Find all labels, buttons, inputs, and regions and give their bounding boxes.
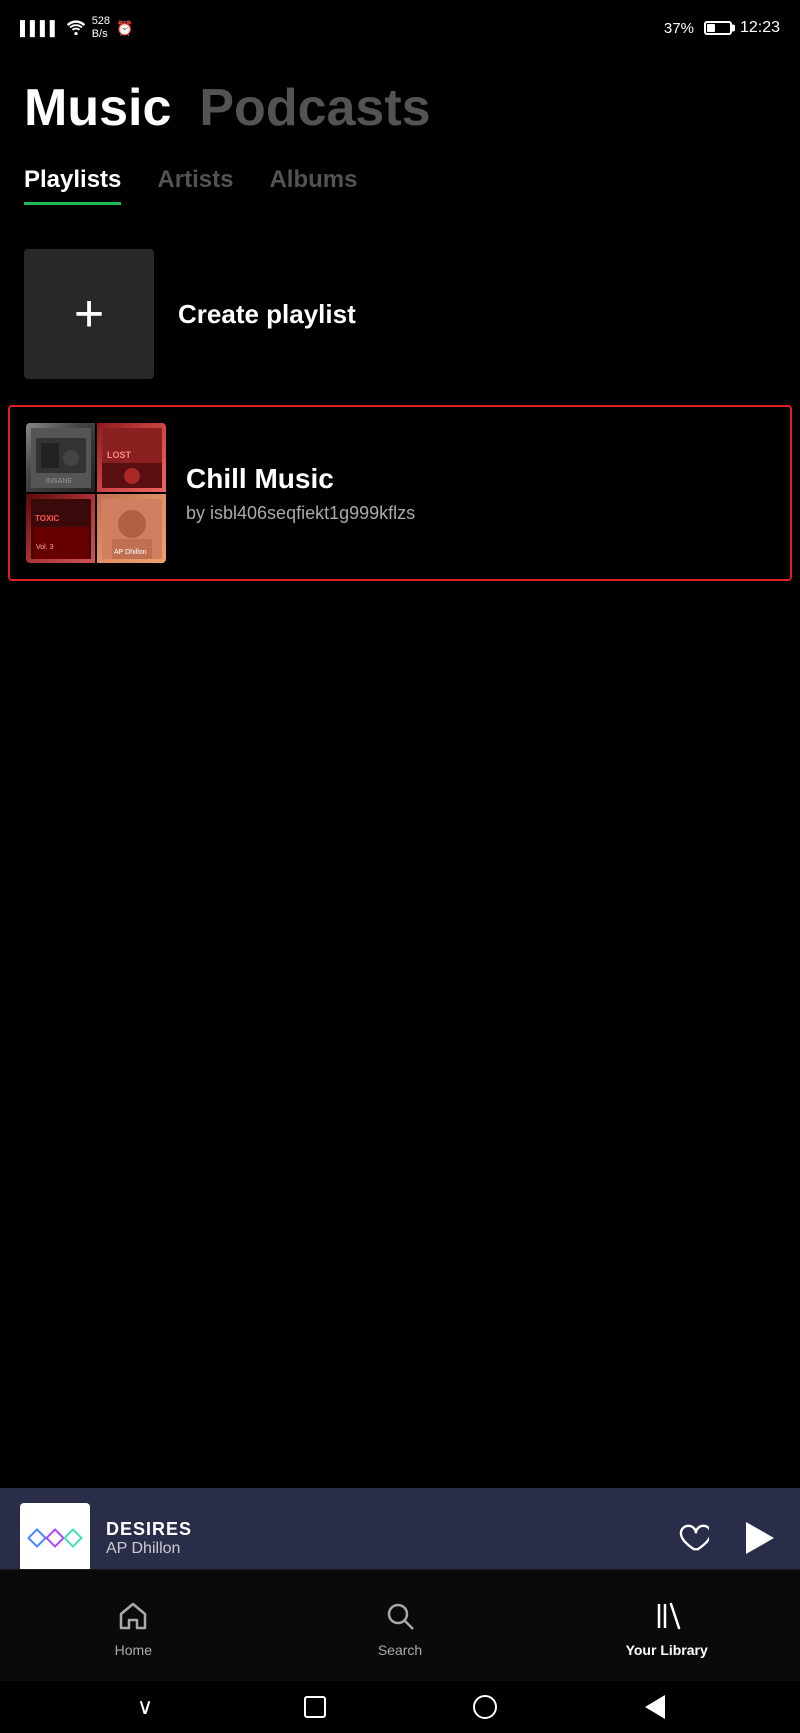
tab-podcasts[interactable]: Podcasts — [199, 82, 430, 134]
diamond-teal — [63, 1528, 83, 1548]
header-tabs: Music Podcasts — [24, 82, 776, 134]
nav-label-library: Your Library — [626, 1642, 708, 1658]
thumb-2: LOST — [97, 423, 166, 492]
system-down-button[interactable]: ∨ — [131, 1693, 159, 1721]
battery-percent: 37% — [664, 20, 694, 37]
bottom-nav: Home Search Your Library — [0, 1569, 800, 1681]
tab-albums[interactable]: Albums — [269, 166, 357, 205]
plus-icon: + — [74, 288, 104, 340]
status-bar: ▌▌▌▌ 528 B/s ⏰ 37% 12:23 — [0, 0, 800, 52]
home-icon — [115, 1598, 151, 1634]
create-playlist-button[interactable]: + Create playlist — [24, 233, 776, 395]
nav-item-home[interactable]: Home — [0, 1598, 267, 1658]
wifi-icon — [66, 19, 86, 38]
now-playing-title: DESIRES — [106, 1519, 660, 1540]
data-speed-text: 528 B/s — [92, 15, 110, 41]
play-button[interactable] — [736, 1516, 780, 1560]
create-playlist-label: Create playlist — [178, 299, 356, 330]
tab-music[interactable]: Music — [24, 82, 171, 134]
svg-text:LOST: LOST — [107, 450, 132, 460]
diamond-purple — [45, 1528, 65, 1548]
status-left: ▌▌▌▌ 528 B/s ⏰ — [20, 15, 133, 41]
tab-artists[interactable]: Artists — [157, 166, 233, 205]
sub-tabs: Playlists Artists Albums — [24, 166, 776, 205]
playlist-thumbnail: INSANE LOST TOXIC Vol. 3 — [26, 423, 166, 563]
time-display: 12:23 — [740, 19, 780, 37]
playlist-info: Chill Music by isbl406seqfiekt1g999kflzs — [186, 463, 774, 524]
playlist-author: by isbl406seqfiekt1g999kflzs — [186, 503, 774, 524]
create-playlist-icon: + — [24, 249, 154, 379]
nav-label-search: Search — [378, 1642, 422, 1658]
svg-text:Vol. 3: Vol. 3 — [36, 544, 54, 551]
album-art-diamonds — [30, 1531, 80, 1545]
now-playing-info: DESIRES AP Dhillon — [106, 1519, 660, 1558]
playlist-item-chill-music[interactable]: INSANE LOST TOXIC Vol. 3 — [8, 405, 792, 581]
svg-text:INSANE: INSANE — [46, 478, 72, 485]
now-playing-thumbnail — [20, 1503, 90, 1573]
main-content: Music Podcasts Playlists Artists Albums … — [0, 52, 800, 581]
now-playing-artist: AP Dhillon — [106, 1540, 660, 1558]
system-nav-bar: ∨ — [0, 1681, 800, 1733]
search-icon — [382, 1598, 418, 1634]
nav-item-library[interactable]: Your Library — [533, 1598, 800, 1658]
svg-text:TOXIC: TOXIC — [35, 514, 60, 523]
thumb-1: INSANE — [26, 423, 95, 492]
thumb-4: AP Dhillon — [97, 494, 166, 563]
now-playing-controls — [676, 1516, 780, 1560]
tab-playlists[interactable]: Playlists — [24, 166, 121, 205]
status-right: 37% 12:23 — [664, 19, 780, 37]
alarm-icon: ⏰ — [116, 20, 133, 37]
svg-text:AP Dhillon: AP Dhillon — [114, 549, 147, 556]
like-button[interactable] — [676, 1520, 712, 1556]
system-recents-button[interactable] — [301, 1693, 329, 1721]
diamond-blue — [27, 1528, 47, 1548]
nav-item-search[interactable]: Search — [267, 1598, 534, 1658]
playlist-name: Chill Music — [186, 463, 774, 495]
battery-icon — [702, 21, 732, 35]
signal-icon: ▌▌▌▌ — [20, 20, 60, 36]
library-icon — [649, 1598, 685, 1634]
system-back-button[interactable] — [641, 1693, 669, 1721]
nav-label-home: Home — [115, 1642, 152, 1658]
system-home-button[interactable] — [471, 1693, 499, 1721]
play-icon — [746, 1522, 774, 1554]
thumb-3: TOXIC Vol. 3 — [26, 494, 95, 563]
